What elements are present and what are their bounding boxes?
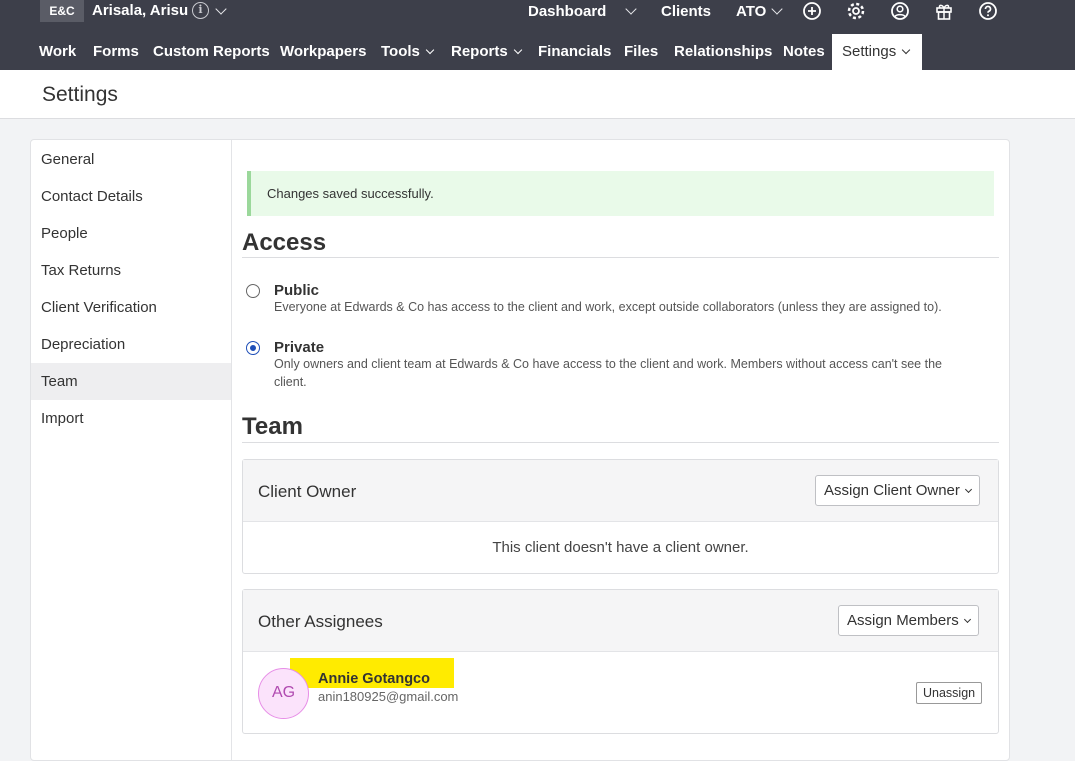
public-radio[interactable] bbox=[246, 284, 260, 298]
assign-client-owner-label: Assign Client Owner bbox=[824, 482, 960, 499]
settings-sidebar: General Contact Details People Tax Retur… bbox=[31, 140, 232, 760]
top-row: E&C Arisala, Arisu i Dashboard Clients A… bbox=[0, 0, 1075, 24]
sidebar-item-tax-returns[interactable]: Tax Returns bbox=[31, 252, 231, 289]
nav-financials[interactable]: Financials bbox=[538, 34, 611, 70]
gear-icon[interactable] bbox=[846, 1, 866, 21]
nav-work[interactable]: Work bbox=[39, 34, 76, 70]
ato-link[interactable]: ATO bbox=[736, 3, 766, 20]
unassign-button[interactable]: Unassign bbox=[916, 682, 983, 704]
settings-card: General Contact Details People Tax Retur… bbox=[30, 139, 1010, 761]
sidebar-item-client-verification[interactable]: Client Verification bbox=[31, 289, 231, 326]
team-divider bbox=[242, 442, 999, 443]
page-title: Settings bbox=[42, 83, 118, 106]
ato-chevron-down-icon[interactable] bbox=[771, 3, 783, 15]
access-divider bbox=[242, 257, 999, 258]
other-assignees-title: Other Assignees bbox=[258, 612, 383, 631]
sidebar-item-depreciation[interactable]: Depreciation bbox=[31, 326, 231, 363]
chevron-down-icon bbox=[964, 485, 972, 494]
other-assignees-header: Other Assignees Assign Members bbox=[243, 590, 998, 652]
chevron-down-icon bbox=[425, 45, 435, 55]
sidebar-item-people[interactable]: People bbox=[31, 215, 231, 252]
assign-members-label: Assign Members bbox=[847, 612, 959, 629]
sidebar-item-general[interactable]: General bbox=[31, 141, 231, 178]
client-owner-title: Client Owner bbox=[258, 482, 357, 501]
nav-reports[interactable]: Reports bbox=[451, 34, 522, 70]
nav-tools-label: Tools bbox=[381, 43, 420, 60]
chevron-down-icon bbox=[513, 45, 522, 55]
sidebar-item-import[interactable]: Import bbox=[31, 400, 231, 437]
chevron-down-icon bbox=[963, 615, 971, 624]
page-header: Settings bbox=[0, 70, 1075, 119]
clients-link[interactable]: Clients bbox=[661, 3, 711, 20]
nav-settings[interactable]: Settings bbox=[832, 34, 922, 70]
chevron-down-icon bbox=[901, 45, 911, 55]
main-nav: Work Forms Custom Reports Workpapers Too… bbox=[0, 34, 1075, 70]
add-icon[interactable] bbox=[802, 1, 822, 21]
client-name[interactable]: Arisala, Arisu bbox=[92, 2, 188, 19]
member-email: anin180925@gmail.com bbox=[318, 689, 459, 704]
success-alert: Changes saved successfully. bbox=[247, 171, 994, 216]
nav-relationships[interactable]: Relationships bbox=[674, 34, 772, 70]
member-name: Annie Gotangco bbox=[318, 671, 430, 687]
private-option-description: Only owners and client team at Edwards &… bbox=[274, 357, 942, 389]
assign-client-owner-button[interactable]: Assign Client Owner bbox=[815, 475, 980, 506]
public-option-title[interactable]: Public bbox=[274, 282, 319, 299]
client-owner-empty-message: This client doesn't have a client owner. bbox=[492, 539, 749, 556]
nav-files[interactable]: Files bbox=[624, 34, 658, 70]
avatar: AG bbox=[258, 668, 309, 719]
info-icon[interactable]: i bbox=[192, 2, 209, 19]
client-owner-panel: Client Owner Assign Client Owner This cl… bbox=[242, 459, 999, 574]
user-profile-icon[interactable] bbox=[890, 1, 910, 21]
dashboard-chevron-down-icon[interactable] bbox=[625, 3, 637, 15]
private-option-title[interactable]: Private bbox=[274, 339, 324, 356]
client-chevron-down-icon[interactable] bbox=[215, 3, 227, 15]
nav-notes[interactable]: Notes bbox=[783, 34, 825, 70]
sidebar-item-team[interactable]: Team bbox=[31, 363, 231, 400]
nav-reports-label: Reports bbox=[451, 43, 508, 60]
gift-icon[interactable] bbox=[934, 1, 954, 21]
firm-logo[interactable]: E&C bbox=[40, 0, 84, 22]
top-bar: E&C Arisala, Arisu i Dashboard Clients A… bbox=[0, 0, 1075, 70]
nav-workpapers[interactable]: Workpapers bbox=[280, 34, 366, 70]
client-owner-header: Client Owner Assign Client Owner bbox=[243, 460, 998, 522]
other-assignees-panel: Other Assignees Assign Members AG Annie … bbox=[242, 589, 999, 734]
private-radio[interactable] bbox=[246, 341, 260, 355]
nav-tools[interactable]: Tools bbox=[381, 34, 435, 70]
team-heading: Team bbox=[242, 413, 303, 440]
dashboard-link[interactable]: Dashboard bbox=[528, 3, 606, 20]
member-row: AG Annie Gotangco anin180925@gmail.com U… bbox=[243, 653, 998, 733]
public-option-description: Everyone at Edwards & Co has access to t… bbox=[274, 300, 942, 314]
assign-members-button[interactable]: Assign Members bbox=[838, 605, 979, 636]
help-icon[interactable] bbox=[978, 1, 998, 21]
nav-custom-reports[interactable]: Custom Reports bbox=[153, 34, 270, 70]
sidebar-item-contact-details[interactable]: Contact Details bbox=[31, 178, 231, 215]
access-heading: Access bbox=[242, 229, 327, 256]
nav-forms[interactable]: Forms bbox=[93, 34, 139, 70]
nav-settings-label: Settings bbox=[842, 43, 897, 60]
